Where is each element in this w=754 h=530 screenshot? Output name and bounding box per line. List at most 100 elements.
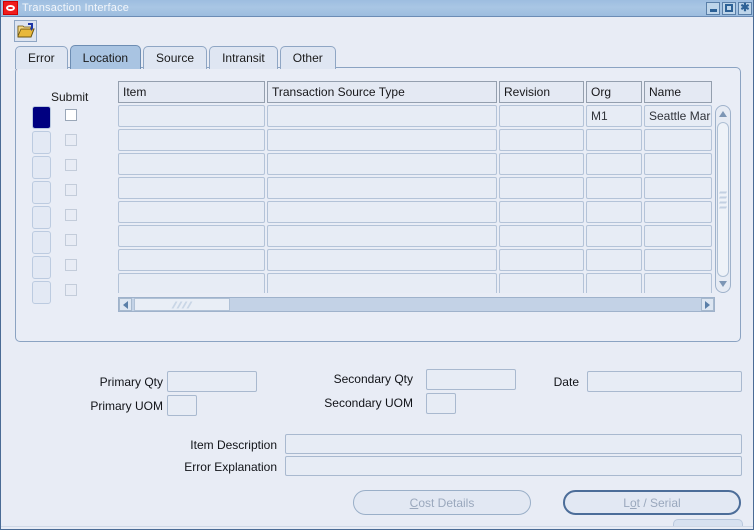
secondary-qty-field[interactable] <box>426 369 516 390</box>
transaction-source-type-cell[interactable] <box>267 249 497 271</box>
name-cell[interactable] <box>644 225 712 247</box>
scroll-up-arrow-icon[interactable] <box>717 108 729 120</box>
org-cell[interactable] <box>586 225 642 247</box>
name-cell[interactable]: Seattle Mar <box>644 105 712 127</box>
column-header-name[interactable]: Name <box>644 81 712 103</box>
submit-checkbox-cell <box>65 109 77 134</box>
org-cell[interactable]: M1 <box>586 105 642 127</box>
maximize-icon <box>725 4 733 12</box>
scroll-down-arrow-icon[interactable] <box>717 278 729 290</box>
revision-cell[interactable] <box>499 153 584 175</box>
item-cell[interactable] <box>118 249 265 271</box>
row-selector[interactable] <box>32 106 51 129</box>
table-row[interactable] <box>118 177 713 199</box>
table-row[interactable] <box>118 225 713 247</box>
item-cell[interactable] <box>118 273 265 293</box>
grid-vertical-scrollbar[interactable] <box>715 105 731 293</box>
name-cell[interactable] <box>644 249 712 271</box>
window-title: Transaction Interface <box>22 2 130 14</box>
transaction-source-type-cell[interactable] <box>267 153 497 175</box>
org-cell[interactable] <box>586 201 642 223</box>
minimize-icon <box>709 9 717 12</box>
name-cell[interactable] <box>644 177 712 199</box>
column-header-transaction-source-type[interactable]: Transaction Source Type <box>267 81 497 103</box>
transaction-source-type-cell[interactable] <box>267 177 497 199</box>
minimize-button[interactable] <box>706 1 720 15</box>
transaction-source-type-cell[interactable] <box>267 273 497 293</box>
tab-error[interactable]: Error <box>15 46 68 69</box>
revision-cell[interactable] <box>499 201 584 223</box>
tab-other[interactable]: Other <box>279 46 336 69</box>
item-cell[interactable] <box>118 105 265 127</box>
revision-cell[interactable] <box>499 249 584 271</box>
primary-qty-field[interactable] <box>167 371 257 392</box>
item-cell[interactable] <box>118 129 265 151</box>
submit-checkbox-cell <box>65 259 77 284</box>
name-cell[interactable] <box>644 129 712 151</box>
org-cell[interactable] <box>586 177 642 199</box>
org-cell[interactable] <box>586 249 642 271</box>
column-header-revision[interactable]: Revision <box>499 81 584 103</box>
row-selector[interactable] <box>32 131 51 154</box>
lot-serial-button[interactable]: Lot / Serial <box>563 490 741 515</box>
revision-cell[interactable] <box>499 129 584 151</box>
name-cell[interactable] <box>644 153 712 175</box>
table-row[interactable] <box>118 249 713 271</box>
open-button[interactable] <box>14 19 37 42</box>
transaction-source-type-cell[interactable] <box>267 225 497 247</box>
tab-intransit[interactable]: Intransit <box>209 46 278 69</box>
primary-uom-field[interactable] <box>167 395 197 416</box>
lot-serial-prefix: L <box>623 495 630 510</box>
vertical-scrollbar-thumb[interactable] <box>717 122 729 277</box>
error-explanation-field[interactable] <box>285 456 742 476</box>
column-header-item[interactable]: Item <box>118 81 265 103</box>
column-header-org[interactable]: Org <box>586 81 642 103</box>
table-row[interactable] <box>118 129 713 151</box>
name-cell[interactable] <box>644 273 712 293</box>
item-cell[interactable] <box>118 225 265 247</box>
table-row[interactable] <box>118 201 713 223</box>
tab-location[interactable]: Location <box>69 45 142 69</box>
horizontal-scrollbar-thumb[interactable] <box>134 298 230 311</box>
tab-source[interactable]: Source <box>143 46 208 69</box>
scroll-left-arrow-icon[interactable] <box>119 298 132 311</box>
org-cell[interactable] <box>586 153 642 175</box>
submit-checkbox[interactable] <box>65 109 77 121</box>
date-field[interactable] <box>587 371 742 392</box>
lot-serial-suffix: t / Serial <box>636 495 681 510</box>
secondary-uom-label: Secondary UOM <box>324 396 413 410</box>
item-description-field[interactable] <box>285 434 742 454</box>
transaction-interface-window: Transaction Interface ✱ Error Location S… <box>0 0 754 530</box>
revision-cell[interactable] <box>499 177 584 199</box>
item-cell[interactable] <box>118 153 265 175</box>
row-selector[interactable] <box>32 206 51 229</box>
item-cell[interactable] <box>118 201 265 223</box>
name-cell[interactable] <box>644 201 712 223</box>
org-cell[interactable] <box>586 129 642 151</box>
secondary-uom-field[interactable] <box>426 393 456 414</box>
tab-bar: Error Location Source Intransit Other <box>15 45 336 69</box>
row-selector[interactable] <box>32 156 51 179</box>
table-row[interactable]: M1 Seattle Mar <box>118 105 713 127</box>
transaction-source-type-cell[interactable] <box>267 105 497 127</box>
transaction-source-type-cell[interactable] <box>267 201 497 223</box>
org-cell[interactable] <box>586 273 642 293</box>
cost-details-button[interactable]: Cost Details <box>353 490 531 515</box>
tab-other-label: Other <box>292 51 323 65</box>
close-button[interactable]: ✱ <box>738 1 752 15</box>
submit-checkbox-cell <box>65 284 77 309</box>
row-selector[interactable] <box>32 231 51 254</box>
row-selector[interactable] <box>32 281 51 304</box>
table-row[interactable] <box>118 153 713 175</box>
grid-horizontal-scrollbar[interactable] <box>118 297 715 312</box>
revision-cell[interactable] <box>499 105 584 127</box>
transaction-source-type-cell[interactable] <box>267 129 497 151</box>
row-selector[interactable] <box>32 256 51 279</box>
revision-cell[interactable] <box>499 273 584 293</box>
revision-cell[interactable] <box>499 225 584 247</box>
maximize-button[interactable] <box>722 1 736 15</box>
table-row[interactable] <box>118 273 713 293</box>
scroll-right-arrow-icon[interactable] <box>701 298 714 311</box>
row-selector[interactable] <box>32 181 51 204</box>
item-cell[interactable] <box>118 177 265 199</box>
